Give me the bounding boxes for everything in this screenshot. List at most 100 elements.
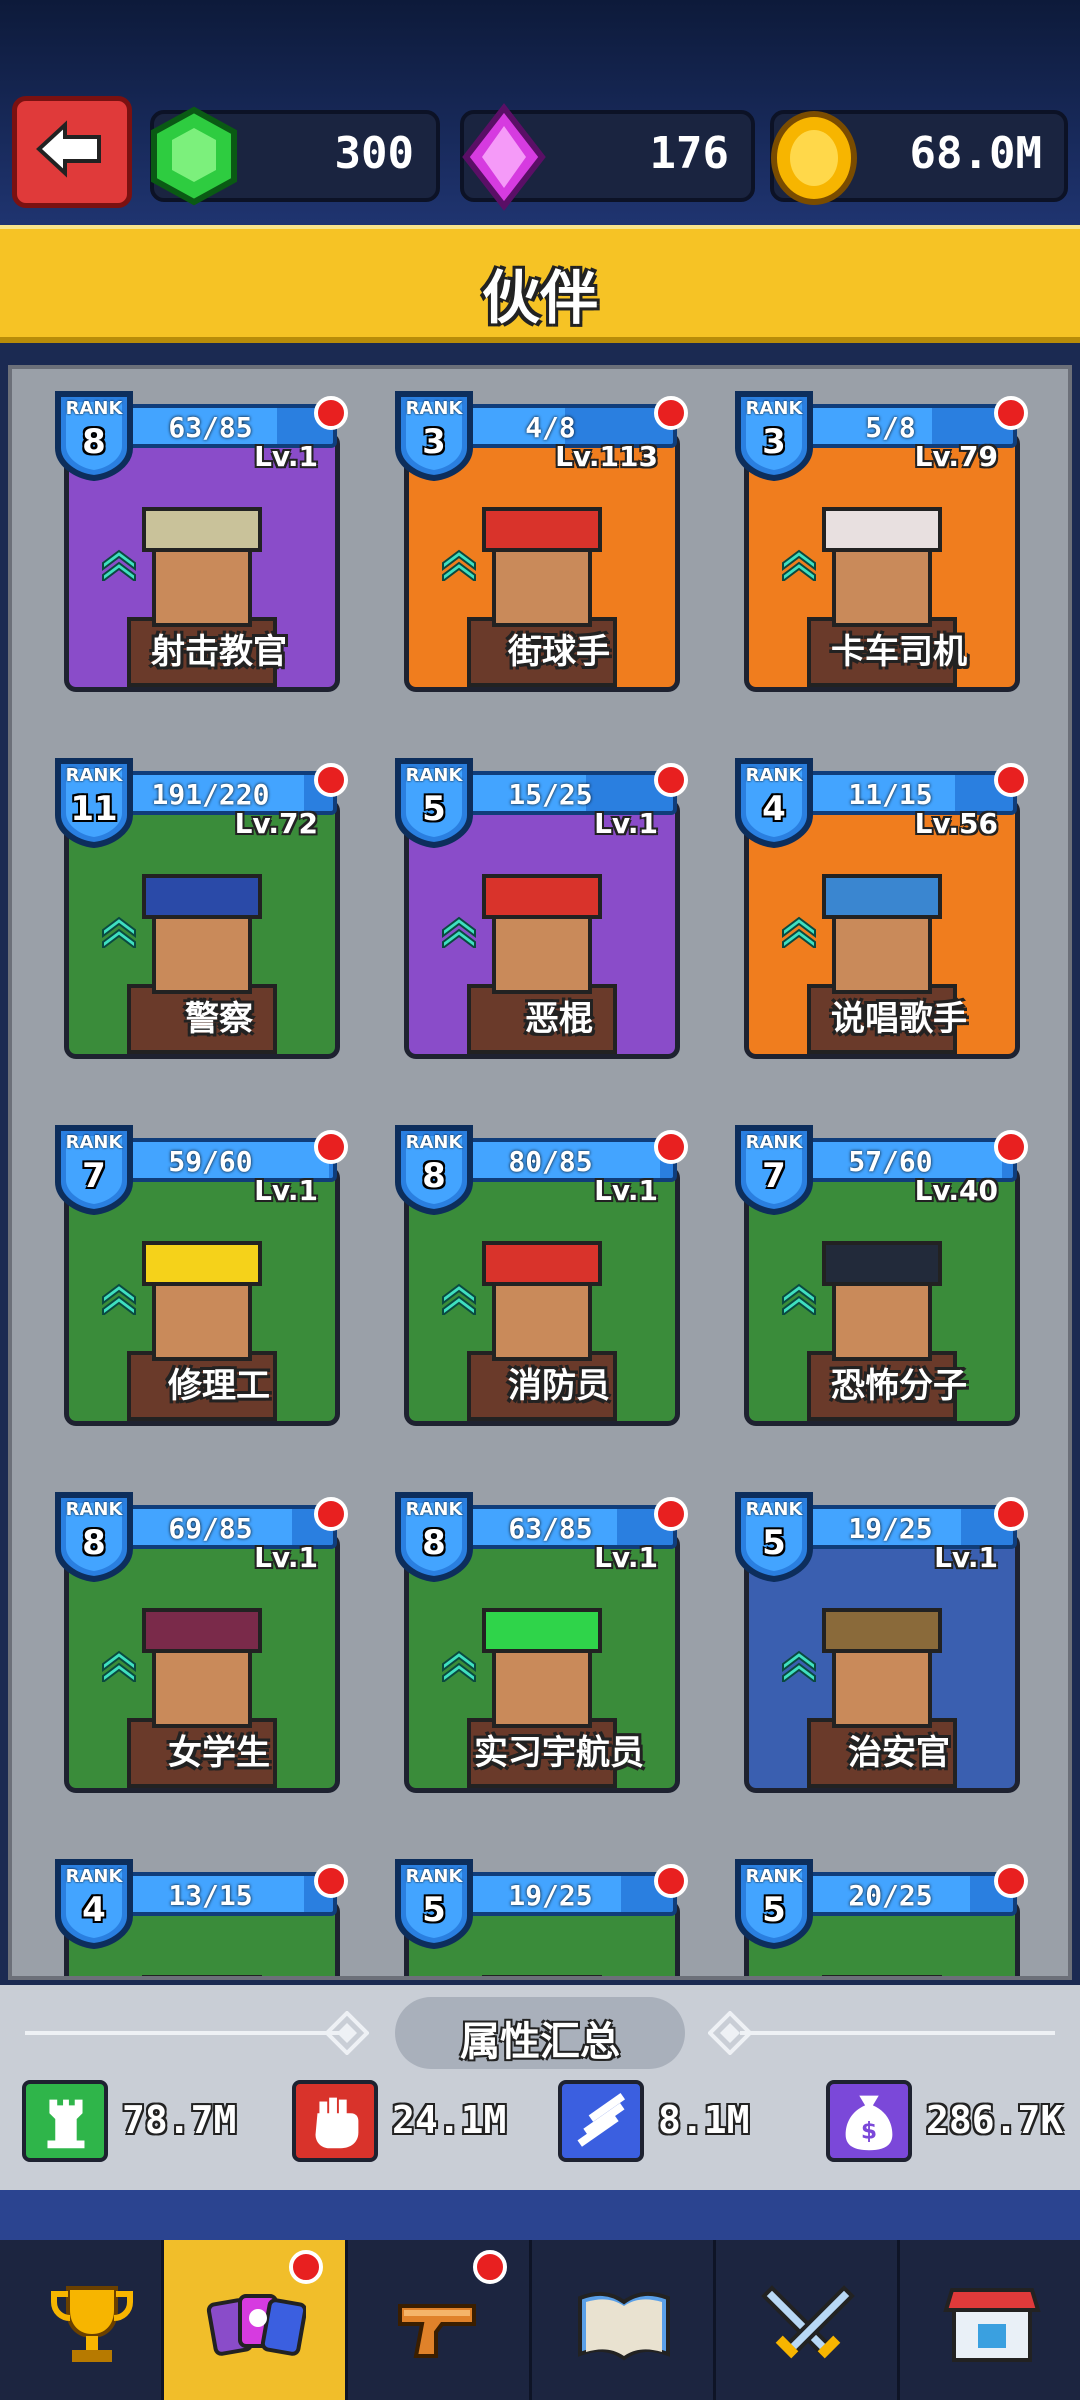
rank-label: RANK	[405, 1132, 463, 1153]
card-progress-bar: 19/25	[452, 1872, 677, 1916]
rank-number: 5	[422, 1890, 446, 1930]
partner-card[interactable]: 街球手 4/8 RANK 3 Lv.113	[392, 374, 688, 704]
partner-card[interactable]: 治安官 19/25 RANK 5 Lv.1	[732, 1475, 1028, 1805]
rank-up-chevron-icon	[782, 916, 816, 948]
divider-right	[740, 2031, 1055, 2035]
partner-card[interactable]: 射击教官 63/85 RANK 8 Lv.1	[52, 374, 348, 704]
rank-up-chevron-icon	[442, 1283, 476, 1315]
partner-name: 卡车司机	[831, 632, 967, 672]
notification-dot	[654, 1130, 688, 1164]
cards-icon	[206, 2294, 306, 2356]
nav-partners[interactable]	[164, 2240, 348, 2400]
notification-dot	[314, 1130, 348, 1164]
back-button[interactable]	[12, 96, 132, 208]
rank-label: RANK	[65, 1132, 123, 1153]
partner-name: 警察	[185, 999, 253, 1039]
partner-card[interactable]: 修理工 59/60 RANK 7 Lv.1	[52, 1108, 348, 1438]
partner-figure	[457, 1945, 627, 1976]
rank-up-chevron-icon	[442, 916, 476, 948]
rank-badge: RANK 5	[732, 1856, 816, 1950]
notification-dot	[654, 396, 688, 430]
rank-label: RANK	[745, 1499, 803, 1520]
rank-badge: RANK 8	[392, 1489, 476, 1583]
partner-card[interactable]: 警察 191/220 RANK 11 Lv.72	[52, 741, 348, 1071]
rank-up-chevron-icon	[442, 1650, 476, 1682]
tower-icon	[22, 2080, 108, 2162]
rank-badge: RANK 4	[732, 755, 816, 849]
rank-label: RANK	[65, 765, 123, 786]
green-gem-icon	[151, 106, 237, 206]
nav-weapons-notification-dot	[473, 2250, 507, 2284]
rank-badge: RANK 5	[392, 1856, 476, 1950]
partner-card[interactable]: 实习宇航员 63/85 RANK 8 Lv.1	[392, 1475, 688, 1805]
partner-level: Lv.72	[234, 807, 318, 840]
rank-up-chevron-icon	[782, 1650, 816, 1682]
attribute-summary-title: 属性汇总	[395, 1997, 685, 2069]
partner-card[interactable]: 20/25 RANK 5	[732, 1842, 1028, 1976]
nav-shop[interactable]	[900, 2240, 1080, 2400]
bottom-nav	[0, 2240, 1080, 2400]
rank-label: RANK	[65, 1866, 123, 1887]
partner-name: 恶棍	[525, 999, 593, 1039]
partner-card[interactable]: 恶棍 15/25 RANK 5 Lv.1	[392, 741, 688, 1071]
coin-counter[interactable]: 68.0M	[770, 110, 1068, 205]
nav-weapons[interactable]	[348, 2240, 532, 2400]
notification-dot	[314, 1497, 348, 1531]
rank-badge: RANK 11	[52, 755, 136, 849]
nav-book[interactable]	[532, 2240, 716, 2400]
green-gem-value: 300	[334, 128, 414, 179]
card-progress-text: 19/25	[508, 1879, 593, 1912]
partner-level: Lv.1	[254, 1174, 318, 1207]
rank-number: 8	[82, 422, 106, 462]
rank-badge: RANK 5	[732, 1489, 816, 1583]
partner-card[interactable]: 13/15 RANK 4	[52, 1842, 348, 1976]
partner-name: 射击教官	[151, 632, 287, 672]
partner-card[interactable]: 消防员 80/85 RANK 8 Lv.1	[392, 1108, 688, 1438]
partner-level: Lv.56	[914, 807, 998, 840]
rank-badge: RANK 3	[732, 388, 816, 482]
partner-name: 说唱歌手	[831, 999, 967, 1039]
notification-dot	[994, 1130, 1028, 1164]
rank-up-chevron-icon	[102, 1650, 136, 1682]
nav-trophy[interactable]	[0, 2240, 164, 2400]
rank-badge: RANK 8	[52, 1489, 136, 1583]
rank-up-chevron-icon	[442, 549, 476, 581]
purple-gem-counter[interactable]: 176	[460, 103, 755, 211]
shop-icon	[943, 2288, 1041, 2362]
purple-gem-icon	[462, 103, 546, 211]
partner-grid[interactable]: 射击教官 63/85 RANK 8 Lv.1 街球手 4/8 RANK 3 Lv.113 卡车司机 5…	[8, 365, 1072, 1980]
partner-level: Lv.1	[934, 1541, 998, 1574]
partner-card[interactable]: 说唱歌手 11/15 RANK 4 Lv.56	[732, 741, 1028, 1071]
rank-up-chevron-icon	[102, 916, 136, 948]
rank-up-chevron-icon	[102, 1283, 136, 1315]
partner-name: 女学生	[168, 1733, 270, 1773]
rank-badge: RANK 8	[392, 1122, 476, 1216]
nav-strip	[0, 2190, 1080, 2240]
partner-card[interactable]: 19/25 RANK 5	[392, 1842, 688, 1976]
rank-label: RANK	[405, 398, 463, 419]
partner-figure	[117, 1945, 287, 1976]
partner-card[interactable]: 女学生 69/85 RANK 8 Lv.1	[52, 1475, 348, 1805]
notification-dot	[994, 1864, 1028, 1898]
rank-number: 11	[70, 789, 118, 829]
green-gem-counter[interactable]: 300	[150, 106, 440, 206]
partner-name: 消防员	[508, 1366, 610, 1406]
card-progress-bar: 20/25	[792, 1872, 1017, 1916]
nav-partners-notification-dot	[289, 2250, 323, 2284]
partner-level: Lv.1	[594, 807, 658, 840]
card-progress-text: 13/15	[168, 1879, 253, 1912]
rank-label: RANK	[745, 1866, 803, 1887]
rank-number: 7	[762, 1156, 786, 1196]
purple-gem-value: 176	[649, 128, 729, 179]
card-progress-bar: 13/15	[112, 1872, 337, 1916]
back-arrow-icon	[36, 120, 101, 178]
stat-ammo-value: 8.1M	[658, 2098, 750, 2142]
rank-label: RANK	[65, 1499, 123, 1520]
partner-card[interactable]: 卡车司机 5/8 RANK 3 Lv.79	[732, 374, 1028, 704]
partner-card[interactable]: 恐怖分子 57/60 RANK 7 Lv.40	[732, 1108, 1028, 1438]
rank-label: RANK	[405, 1499, 463, 1520]
page-title: 伙伴	[481, 264, 598, 332]
rank-label: RANK	[405, 1866, 463, 1887]
partner-name: 实习宇航员	[474, 1733, 644, 1773]
nav-battle[interactable]	[716, 2240, 900, 2400]
